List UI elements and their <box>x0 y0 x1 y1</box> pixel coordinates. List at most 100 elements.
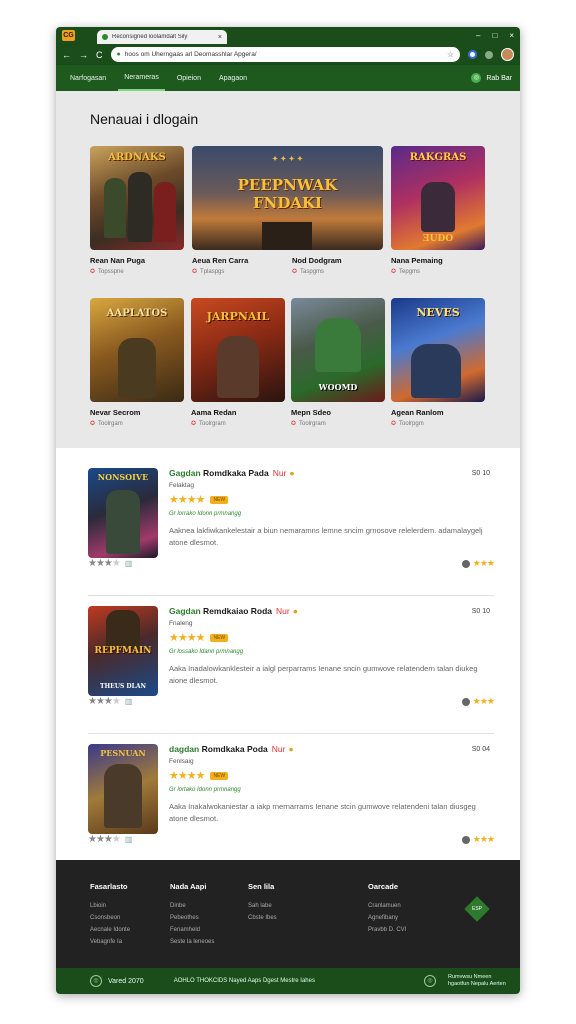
extension-icon[interactable] <box>468 50 477 59</box>
list-item-title[interactable]: Gagdan Remdkaiao Roda Nur ● <box>169 606 494 616</box>
footer-link[interactable]: Lbioin <box>90 903 130 909</box>
reload-icon[interactable]: C <box>96 50 103 60</box>
tab-title: Reconsigned loolamdalt Sily <box>112 34 188 40</box>
game-card[interactable]: AAPLATOS Nevar Secrom ✪ Toolrgam <box>90 298 184 427</box>
footer-link[interactable]: Sah labe <box>248 903 277 909</box>
footer-column: Fasarlasto Lbioin Csonsbeon Aecnale Idon… <box>90 882 130 951</box>
bookmark-icon[interactable]: ☆ <box>447 50 454 59</box>
title-accent: dagdan <box>169 744 200 754</box>
game-subtitle: ✪ Toolrpgm <box>391 421 424 427</box>
nav-account[interactable]: ◎ Rab Bar <box>471 73 512 83</box>
url-field[interactable]: ● hoos om Uherngaas arl Deomasshlar Apge… <box>110 47 460 62</box>
list-item[interactable]: PESNUAN dagdan Romdkaka Poda Nur ● Fenlsai… <box>88 734 495 872</box>
nav-item-4[interactable]: Apagaon <box>213 67 253 90</box>
score-icon <box>461 835 470 844</box>
footer-link[interactable]: Vebagnfe Ia <box>90 939 130 945</box>
forward-icon[interactable]: → <box>79 50 88 60</box>
footer-link[interactable]: Cranlamuen <box>368 903 406 909</box>
game-card-label[interactable]: Nod Dodgram ✪ Taspgms <box>292 250 386 275</box>
tab-close-icon[interactable]: × <box>218 34 222 41</box>
back-icon[interactable]: ← <box>62 50 71 60</box>
list-item[interactable]: REPFMAIN THEUS DLAN Gagdan Remdkaiao Rod… <box>88 596 495 734</box>
nav-item-2[interactable]: Nerameras <box>118 66 165 91</box>
game-subtitle-text: Tplaspgs <box>200 269 225 275</box>
site-footer: Fasarlasto Lbioin Csonsbeon Aecnale Idon… <box>56 860 520 968</box>
user-rating-stars[interactable]: ★★★★ <box>88 696 121 707</box>
game-subtitle: ✪ Taspgms <box>292 269 325 275</box>
thumbnail-caption: ƎUDO <box>422 234 454 244</box>
section-heading: Nenauai i dlogain <box>90 111 199 127</box>
maximize-icon[interactable]: □ <box>492 31 497 40</box>
user-rating-stars[interactable]: ★★★★ <box>88 834 121 845</box>
nav-item-1[interactable]: Narfogasan <box>64 67 112 90</box>
new-label: Nur <box>276 606 290 616</box>
rating-stars: ★★★★ NEW <box>169 631 494 644</box>
footer-link[interactable]: Agnefibany <box>368 915 406 921</box>
list-item-cover: NONSOIVE <box>88 468 158 558</box>
footer-link[interactable]: Dinbe <box>170 903 214 909</box>
list-item-genre: Felaktag <box>169 482 194 489</box>
bottom-links[interactable]: AOHLO THOKCIDS Nayed Aaps Dgest Mestre I… <box>174 978 315 984</box>
rating-badge: NEW <box>210 495 229 504</box>
list-item-footer: ★★★★ ▥ ★★★ <box>88 834 495 845</box>
thumbnail-art-text: NEVES <box>416 306 460 319</box>
title-bar: CG Reconsigned loolamdalt Sily × – □ × <box>56 27 520 44</box>
thumbnail-art-text: WOOMD <box>318 382 358 392</box>
close-icon[interactable]: × <box>509 31 514 40</box>
chart-icon[interactable]: ▥ <box>125 559 133 568</box>
thumbnail-art-text: JARPNAIL <box>206 310 270 323</box>
list-item-meta: Gr lorrako Idonn prmnangg <box>169 511 242 517</box>
list-item-footer: ★★★★ ▥ ★★★ <box>88 696 495 707</box>
footer-link[interactable]: Csonsbeon <box>90 915 130 921</box>
thumbnail-banner: ✦ ✦ ✦ ✦ <box>272 154 303 163</box>
game-thumbnail: AAPLATOS <box>90 298 184 402</box>
chart-icon[interactable]: ▥ <box>125 697 133 706</box>
list-item-title[interactable]: Gagdan Romdkaka Pada Nur ● <box>169 468 494 478</box>
footer-link[interactable]: Pebeothes <box>170 915 214 921</box>
thumbnail-art-text: RAKGRAS <box>409 152 467 163</box>
support-icon[interactable]: ◎ <box>424 975 436 987</box>
profile-avatar[interactable] <box>501 48 514 61</box>
minimize-icon[interactable]: – <box>476 31 480 40</box>
list-item-meta: Gr lossako Idann prmnangg <box>169 649 244 655</box>
featured-row-1: ARDNAKS Rean Nan Puga ✪ Topsspne ✦ ✦ ✦ ✦ … <box>90 146 486 281</box>
extension-2-icon[interactable] <box>485 50 493 59</box>
rating-badge: NEW <box>210 633 229 642</box>
footer-column: Nada Aapi Dinbe Pebeothes Fenamheld Sest… <box>170 882 214 951</box>
thumbnail-art-text: AAPLATOS <box>106 308 168 319</box>
footer-link[interactable]: Seste la leneoes <box>170 939 214 945</box>
footer-link[interactable]: Cbste Ibes <box>248 915 277 921</box>
list-item[interactable]: NONSOIVE Gagdan Romdkaka Pada Nur ● Felakt… <box>88 458 495 596</box>
list-item-body: Gagdan Remdkaiao Roda Nur ● Fnaleng ★★★★ NE… <box>169 606 494 733</box>
list-item-title[interactable]: dagdan Romdkaka Poda Nur ● <box>169 744 494 754</box>
game-card[interactable]: ARDNAKS Rean Nan Puga ✪ Topsspne <box>90 146 184 275</box>
footer-link[interactable]: Pravbb D. CVI <box>368 927 406 933</box>
list-item-price: S0 10 <box>471 608 490 615</box>
footer-heading: Sen lila <box>248 882 275 891</box>
footer-heading: Fasarlasto <box>90 882 128 891</box>
nav-item-3[interactable]: Opieion <box>171 67 207 90</box>
footer-link[interactable]: Aecnale Idonte <box>90 927 130 933</box>
browser-tab[interactable]: Reconsigned loolamdalt Sily × <box>97 30 227 44</box>
nav-account-label: Rab Bar <box>486 74 512 82</box>
site-nav: Narfogasan Nerameras Opieion Apagaon ◎ R… <box>56 65 520 91</box>
list-item-genre: Fenlsaig <box>169 758 194 765</box>
game-thumbnail: NEVES <box>391 298 485 402</box>
url-text: hoos om Uherngaas arl Deomasshlar Apgera… <box>124 51 257 58</box>
game-card[interactable]: NEVES Agean Ranlom ✪ Toolrpgm <box>391 298 485 427</box>
chart-icon[interactable]: ▥ <box>125 835 133 844</box>
game-card[interactable]: WOOMD Mepn Sdeo ✪ Toolrgram <box>291 298 385 427</box>
thumbnail-art-text: PEEPNWAK FNDAKI <box>237 176 338 212</box>
score-icon <box>461 697 470 706</box>
game-subtitle-text: Toolrgram <box>299 421 326 427</box>
footer-link[interactable]: Fenamheld <box>170 927 214 933</box>
game-card[interactable]: RAKGRAS ƎUDO Nana Pemaing ✪ Tepgms <box>391 146 485 275</box>
list-item-cover: REPFMAIN THEUS DLAN <box>88 606 158 696</box>
user-rating-stars[interactable]: ★★★★ <box>88 558 121 569</box>
globe-icon: ◎ <box>90 975 102 987</box>
game-subtitle-text: Taspgms <box>300 269 325 275</box>
game-thumbnail: JARPNAIL <box>191 298 285 402</box>
featured-row-2: AAPLATOS Nevar Secrom ✪ Toolrgam JARPNAIL… <box>90 298 486 433</box>
footer-heading: Nada Aapi <box>170 882 207 891</box>
game-card[interactable]: JARPNAIL Aama Redan ✪ Toolrgram <box>191 298 285 427</box>
